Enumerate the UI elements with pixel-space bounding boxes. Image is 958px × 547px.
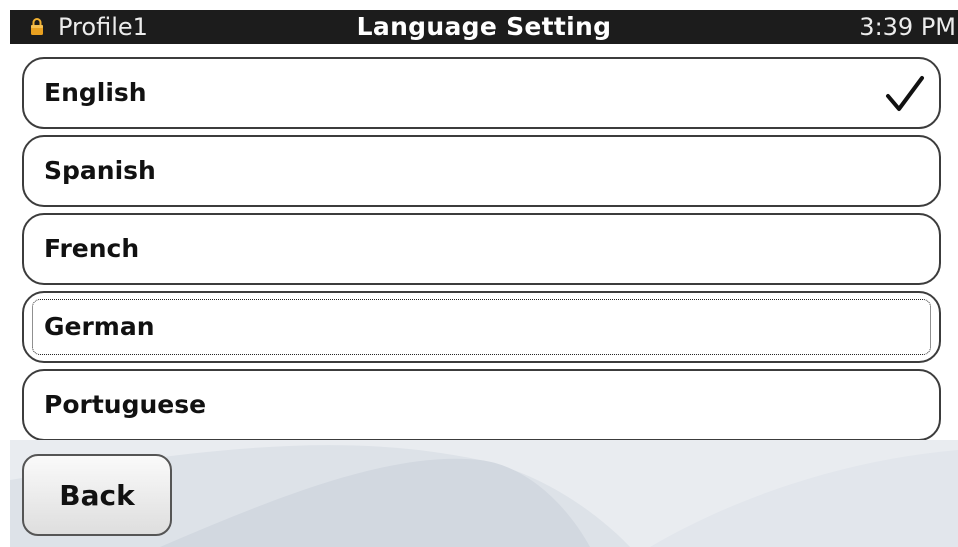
language-list[interactable]: English Spanish French German Portuguese — [10, 44, 958, 440]
language-option-spanish[interactable]: Spanish — [22, 135, 941, 207]
language-option-french[interactable]: French — [22, 213, 941, 285]
status-bar: Profile1 Language Setting 3:39 PM — [10, 10, 958, 44]
profile-name: Profile1 — [58, 13, 148, 41]
language-option-german[interactable]: German — [22, 291, 941, 363]
language-label: German — [44, 312, 155, 341]
language-label: Portuguese — [44, 390, 207, 419]
back-button[interactable]: Back — [22, 454, 172, 536]
checkmark-icon — [886, 76, 924, 111]
lock-icon — [31, 18, 43, 35]
page-title: Language Setting — [356, 12, 612, 41]
language-label: Spanish — [44, 156, 156, 185]
language-option-english[interactable]: English — [22, 57, 941, 129]
language-option-portuguese[interactable]: Portuguese — [22, 369, 941, 440]
clock-time: 3:39 PM — [859, 13, 956, 41]
back-button-label: Back — [59, 479, 135, 512]
language-label: French — [44, 234, 140, 263]
device-screen: Profile1 Language Setting 3:39 PM Englis… — [10, 10, 958, 547]
language-label: English — [44, 78, 147, 107]
